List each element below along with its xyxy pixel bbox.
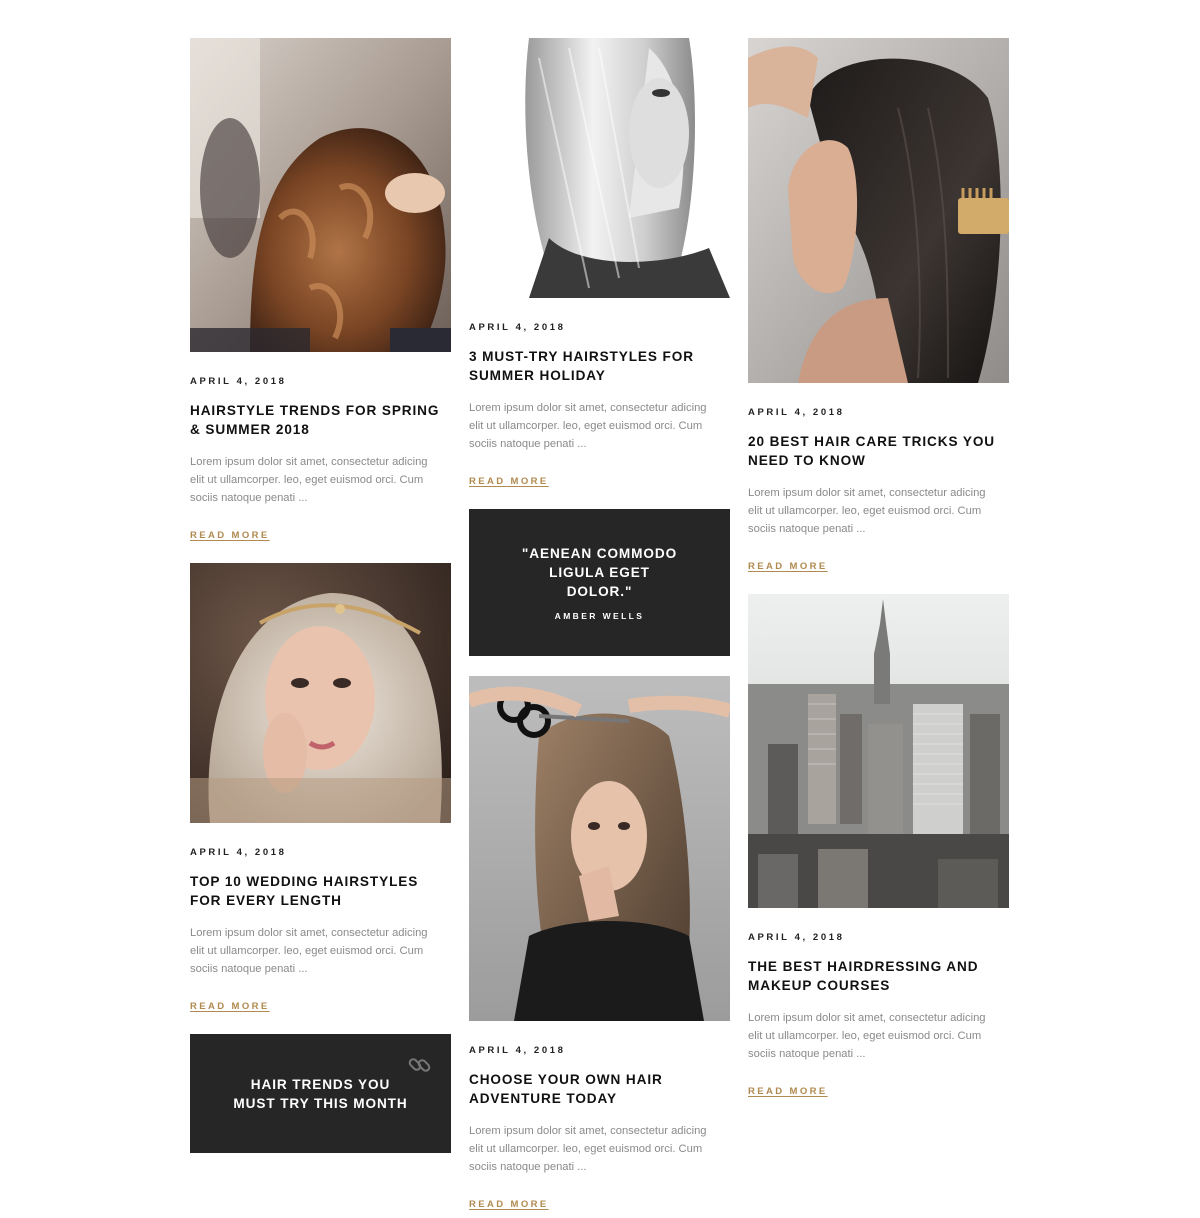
blog-post: APRIL 4, 2018 HAIRSTYLE TRENDS FOR SPRIN…	[190, 38, 451, 543]
post-date: APRIL 4, 2018	[190, 376, 287, 387]
post-title[interactable]: 20 BEST HAIR CARE TRICKS YOU NEED TO KNO…	[748, 432, 1009, 470]
blog-post: APRIL 4, 2018 THE BEST HAIRDRESSING AND …	[748, 594, 1009, 1099]
post-image-link[interactable]	[190, 38, 451, 352]
post-excerpt: Lorem ipsum dolor sit amet, consectetur …	[469, 1125, 707, 1173]
link-post-card[interactable]: HAIR TRENDS YOU MUST TRY THIS MONTH	[190, 1034, 451, 1153]
blog-column-1: APRIL 4, 2018 HAIRSTYLE TRENDS FOR SPRIN…	[190, 38, 451, 1153]
blog-post: APRIL 4, 2018 CHOOSE YOUR OWN HAIR ADVEN…	[469, 676, 730, 1212]
post-excerpt: Lorem ipsum dolor sit amet, consectetur …	[748, 487, 986, 535]
link-post-title[interactable]: HAIR TRENDS YOU MUST TRY THIS MONTH	[231, 1075, 411, 1113]
post-title[interactable]: 3 MUST-TRY HAIRSTYLES FOR SUMMER HOLIDAY	[469, 347, 730, 385]
post-excerpt: Lorem ipsum dolor sit amet, consectetur …	[469, 402, 707, 450]
wedding-hairstyle-portrait-photo	[190, 563, 451, 823]
read-more-link[interactable]: READ MORE	[190, 1001, 270, 1012]
post-date: APRIL 4, 2018	[469, 1045, 566, 1056]
haircut-scissors-photo	[469, 676, 730, 1021]
post-title[interactable]: TOP 10 WEDDING HAIRSTYLES FOR EVERY LENG…	[190, 872, 451, 910]
post-image-link[interactable]	[748, 594, 1009, 908]
post-excerpt: Lorem ipsum dolor sit amet, consectetur …	[190, 456, 428, 504]
post-image-link[interactable]	[469, 676, 730, 1021]
blonde-straight-hair-bw-photo	[469, 38, 730, 298]
salon-curly-hair-photo	[190, 38, 451, 352]
post-excerpt: Lorem ipsum dolor sit amet, consectetur …	[190, 927, 428, 975]
post-image-link[interactable]	[748, 38, 1009, 383]
post-excerpt: Lorem ipsum dolor sit amet, consectetur …	[748, 1012, 986, 1060]
read-more-link[interactable]: READ MORE	[748, 1086, 828, 1097]
post-image-link[interactable]	[190, 563, 451, 823]
quote-text: "AENEAN COMMODO LIGULA EGET DOLOR."	[521, 546, 678, 599]
post-date: APRIL 4, 2018	[190, 847, 287, 858]
city-skyline-photo	[748, 594, 1009, 908]
blog-post: APRIL 4, 2018 3 MUST-TRY HAIRSTYLES FOR …	[469, 38, 730, 489]
wet-hair-comb-photo	[748, 38, 1009, 383]
post-date: APRIL 4, 2018	[748, 932, 845, 943]
quote-post-card[interactable]: "AENEAN COMMODO LIGULA EGET DOLOR." AMBE…	[469, 509, 730, 656]
blog-column-3: APRIL 4, 2018 20 BEST HAIR CARE TRICKS Y…	[748, 38, 1009, 1099]
link-icon	[408, 1058, 431, 1072]
read-more-link[interactable]: READ MORE	[748, 561, 828, 572]
post-title[interactable]: HAIRSTYLE TRENDS FOR SPRING & SUMMER 201…	[190, 401, 451, 439]
blog-column-2: APRIL 4, 2018 3 MUST-TRY HAIRSTYLES FOR …	[469, 38, 730, 1212]
quote-author: AMBER WELLS	[554, 611, 645, 621]
post-image-link[interactable]	[469, 38, 730, 298]
post-title[interactable]: THE BEST HAIRDRESSING AND MAKEUP COURSES	[748, 957, 1009, 995]
read-more-link[interactable]: READ MORE	[469, 1199, 549, 1210]
post-title[interactable]: CHOOSE YOUR OWN HAIR ADVENTURE TODAY	[469, 1070, 730, 1108]
post-date: APRIL 4, 2018	[469, 322, 566, 333]
blog-post: APRIL 4, 2018 20 BEST HAIR CARE TRICKS Y…	[748, 38, 1009, 574]
blog-post: APRIL 4, 2018 TOP 10 WEDDING HAIRSTYLES …	[190, 563, 451, 1014]
read-more-link[interactable]: READ MORE	[190, 530, 270, 541]
read-more-link[interactable]: READ MORE	[469, 476, 549, 487]
post-date: APRIL 4, 2018	[748, 407, 845, 418]
